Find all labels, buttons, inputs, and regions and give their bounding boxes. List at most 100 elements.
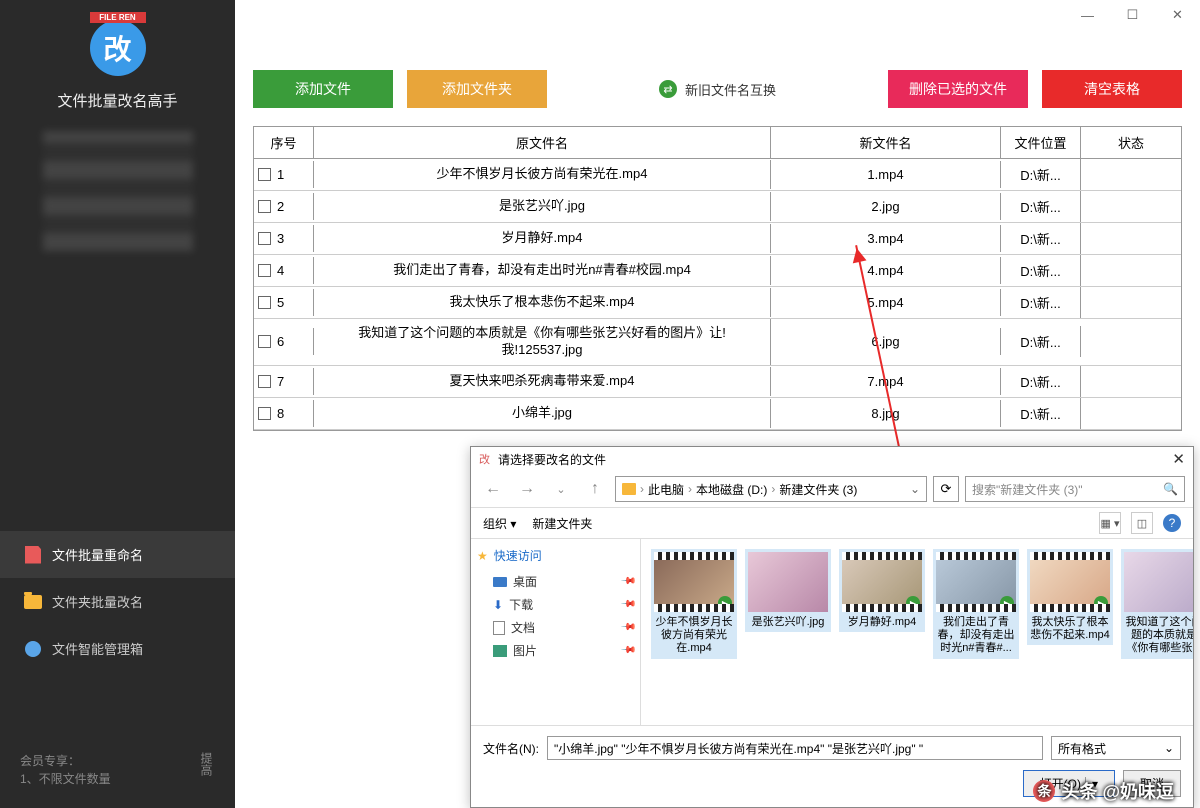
file-label: 少年不惧岁月长彼方尚有荣光在.mp4 bbox=[654, 616, 734, 656]
toolbox-icon bbox=[24, 640, 42, 658]
delete-selected-button[interactable]: 删除已选的文件 bbox=[888, 70, 1028, 108]
member-label: 会员专享： bbox=[20, 752, 111, 770]
sidebar-blur bbox=[43, 131, 193, 251]
file-item[interactable]: 我知道了这个问题的本质就是《你有哪些张... bbox=[1121, 549, 1193, 659]
refresh-button[interactable]: ⟳ bbox=[933, 476, 959, 502]
table-header: 序号 原文件名 新文件名 文件位置 状态 bbox=[254, 127, 1181, 159]
recent-dropdown[interactable]: ⌄ bbox=[547, 475, 575, 503]
preview-pane-button[interactable]: ◫ bbox=[1131, 512, 1153, 534]
file-label: 是张艺兴吖.jpg bbox=[752, 616, 825, 629]
table-row[interactable]: 4 我们走出了青春，却没有走出时光n#青春#校园.mp4 4.mp4 D:\新.… bbox=[254, 255, 1181, 287]
row-checkbox[interactable] bbox=[258, 335, 271, 348]
file-type-filter[interactable]: 所有格式⌄ bbox=[1051, 736, 1181, 760]
search-icon: 🔍 bbox=[1163, 482, 1178, 496]
table-row[interactable]: 8 小绵羊.jpg 8.jpg D:\新... bbox=[254, 398, 1181, 430]
close-button[interactable]: ✕ bbox=[1155, 0, 1200, 30]
table-row[interactable]: 5 我太快乐了根本悲伤不起来.mp4 5.mp4 D:\新... bbox=[254, 287, 1181, 319]
swap-names-button[interactable]: ⇄ 新旧文件名互换 bbox=[561, 80, 874, 99]
table-row[interactable]: 3 岁月静好.mp4 3.mp4 D:\新... bbox=[254, 223, 1181, 255]
th-stat: 状态 bbox=[1081, 127, 1181, 158]
cancel-button[interactable]: 取消 bbox=[1123, 770, 1181, 797]
table-row[interactable]: 1 少年不惧岁月长彼方尚有荣光在.mp4 1.mp4 D:\新... bbox=[254, 159, 1181, 191]
file-item[interactable]: ▶ 岁月静好.mp4 bbox=[839, 549, 925, 632]
pictures-icon bbox=[493, 645, 507, 657]
filename-input[interactable] bbox=[547, 736, 1043, 760]
window-controls: — ☐ ✕ bbox=[1065, 0, 1200, 40]
filename-label: 文件名(N): bbox=[483, 740, 539, 757]
documents-icon bbox=[493, 621, 505, 635]
qa-desktop[interactable]: 桌面📌 bbox=[477, 570, 634, 593]
file-label: 岁月静好.mp4 bbox=[848, 616, 916, 629]
row-checkbox[interactable] bbox=[258, 407, 271, 420]
play-icon: ▶ bbox=[906, 596, 920, 610]
quick-access[interactable]: ★ 快速访问 bbox=[477, 547, 634, 564]
row-checkbox[interactable] bbox=[258, 168, 271, 181]
pin-icon: 📌 bbox=[619, 596, 636, 613]
file-thumbnail: ▶ bbox=[936, 552, 1016, 612]
file-open-dialog: 改 请选择要改名的文件 ✕ ← → ⌄ ↑ › 此电脑› 本地磁盘 (D:)› … bbox=[470, 446, 1194, 808]
file-item[interactable]: ▶我太快乐了根本悲伤不起来.mp4 bbox=[1027, 549, 1113, 645]
file-item[interactable]: 是张艺兴吖.jpg bbox=[745, 549, 831, 632]
dialog-title: 请选择要改名的文件 bbox=[498, 451, 606, 468]
table-row[interactable]: 7 夏天快来吧杀死病毒带来爱.mp4 7.mp4 D:\新... bbox=[254, 366, 1181, 398]
doc-icon bbox=[24, 546, 42, 564]
pin-icon: 📌 bbox=[619, 573, 636, 590]
toolbar: 添加文件 添加文件夹 ⇄ 新旧文件名互换 删除已选的文件 清空表格 bbox=[235, 0, 1200, 126]
breadcrumb[interactable]: › 此电脑› 本地磁盘 (D:)› 新建文件夹 (3) ⌄ bbox=[615, 476, 927, 502]
folder-icon bbox=[24, 593, 42, 611]
sidebar-item-rename[interactable]: 文件批量重命名 bbox=[0, 531, 235, 578]
pin-icon: 📌 bbox=[619, 619, 636, 636]
dialog-sidebar: ★ 快速访问 桌面📌 ⬇下载📌 文档📌 图片📌 bbox=[471, 539, 641, 725]
qa-documents[interactable]: 文档📌 bbox=[477, 616, 634, 639]
file-item[interactable]: ▶ 少年不惧岁月长彼方尚有荣光在.mp4 bbox=[651, 549, 737, 659]
sidebar-item-label: 文件夹批量改名 bbox=[52, 592, 143, 611]
sidebar-bottom-right: 提高 bbox=[197, 752, 215, 788]
row-checkbox[interactable] bbox=[258, 375, 271, 388]
dialog-icon: 改 bbox=[479, 451, 490, 467]
file-label: 我们走出了青春，却没有走出时光n#青春#... bbox=[936, 616, 1016, 656]
minimize-button[interactable]: — bbox=[1065, 0, 1110, 30]
new-folder-button[interactable]: 新建文件夹 bbox=[532, 515, 592, 532]
back-button[interactable]: ← bbox=[479, 475, 507, 503]
sidebar-item-folder-rename[interactable]: 文件夹批量改名 bbox=[0, 578, 235, 625]
sidebar-item-label: 文件批量重命名 bbox=[52, 545, 143, 564]
row-checkbox[interactable] bbox=[258, 296, 271, 309]
view-mode-button[interactable]: ▦ ▾ bbox=[1099, 512, 1121, 534]
play-icon: ▶ bbox=[718, 596, 732, 610]
dialog-close-button[interactable]: ✕ bbox=[1172, 450, 1185, 468]
member-line: 1、不限文件数量 bbox=[20, 770, 111, 788]
qa-downloads[interactable]: ⬇下载📌 bbox=[477, 593, 634, 616]
file-thumbnail: ▶ bbox=[1030, 552, 1110, 612]
th-seq: 序号 bbox=[254, 127, 314, 158]
forward-button[interactable]: → bbox=[513, 475, 541, 503]
qa-pictures[interactable]: 图片📌 bbox=[477, 639, 634, 662]
table-row[interactable]: 2 是张艺兴吖.jpg 2.jpg D:\新... bbox=[254, 191, 1181, 223]
side-menu: 文件批量重命名 文件夹批量改名 文件智能管理箱 bbox=[0, 531, 235, 672]
up-button[interactable]: ↑ bbox=[581, 475, 609, 503]
pin-icon: 📌 bbox=[619, 642, 636, 659]
logo-text: 改 bbox=[103, 28, 131, 68]
add-folder-button[interactable]: 添加文件夹 bbox=[407, 70, 547, 108]
add-file-button[interactable]: 添加文件 bbox=[253, 70, 393, 108]
open-button[interactable]: 打开(O)▾ bbox=[1023, 770, 1115, 797]
file-thumbnail: ▶ bbox=[654, 552, 734, 612]
file-grid: ▶少年不惧岁月长彼方尚有荣光在.mp4是张艺兴吖.jpg▶岁月静好.mp4▶我们… bbox=[641, 539, 1193, 725]
desktop-icon bbox=[493, 577, 507, 587]
sidebar-item-manager[interactable]: 文件智能管理箱 bbox=[0, 625, 235, 672]
help-button[interactable]: ? bbox=[1163, 514, 1181, 532]
row-checkbox[interactable] bbox=[258, 264, 271, 277]
maximize-button[interactable]: ☐ bbox=[1110, 0, 1155, 30]
clear-table-button[interactable]: 清空表格 bbox=[1042, 70, 1182, 108]
th-orig: 原文件名 bbox=[314, 127, 771, 158]
sidebar-bottom: 会员专享： 1、不限文件数量 提高 bbox=[0, 742, 235, 808]
main: — ☐ ✕ 添加文件 添加文件夹 ⇄ 新旧文件名互换 删除已选的文件 清空表格 … bbox=[235, 0, 1200, 808]
file-thumbnail bbox=[1124, 552, 1193, 612]
file-item[interactable]: ▶我们走出了青春，却没有走出时光n#青春#... bbox=[933, 549, 1019, 659]
search-input[interactable]: 搜索"新建文件夹 (3)" 🔍 bbox=[965, 476, 1185, 502]
row-checkbox[interactable] bbox=[258, 200, 271, 213]
play-icon: ▶ bbox=[1094, 596, 1108, 610]
row-checkbox[interactable] bbox=[258, 232, 271, 245]
table-row[interactable]: 6 我知道了这个问题的本质就是《你有哪些张艺兴好看的图片》让!我!125537.… bbox=[254, 319, 1181, 366]
organize-menu[interactable]: 组织 ▾ bbox=[483, 515, 516, 532]
star-icon: ★ bbox=[477, 549, 488, 563]
